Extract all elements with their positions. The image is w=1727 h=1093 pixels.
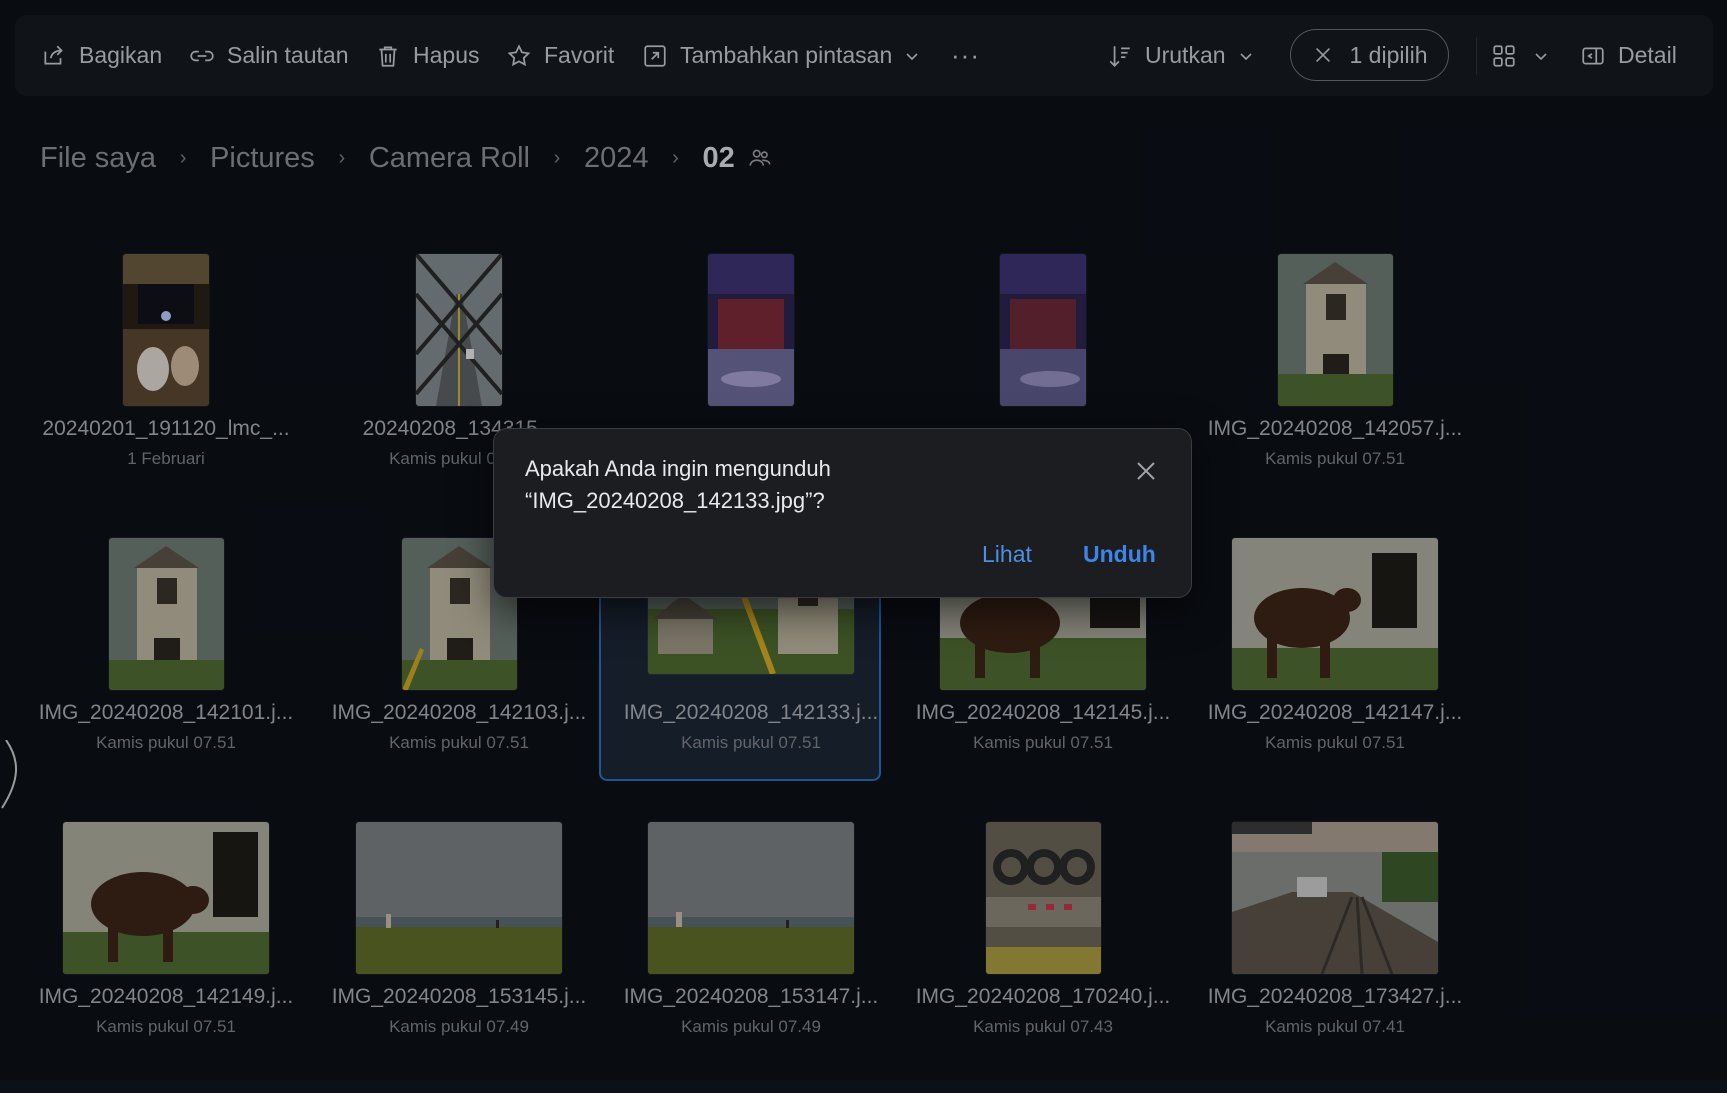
details-pane-icon — [1582, 47, 1604, 64]
file-name: IMG_20240208_142145.j... — [915, 701, 1171, 724]
file-tile[interactable]: IMG_20240208_142147.j... Kamis pukul 07.… — [1189, 529, 1481, 809]
grid-view-icon — [1493, 44, 1515, 67]
file-tile[interactable]: IMG_20240208_142101.j... Kamis pukul 07.… — [20, 529, 312, 809]
photo-thumbnail — [356, 822, 562, 974]
file-date: Kamis pukul 07.49 — [389, 1017, 529, 1036]
details-label: Detail — [1618, 42, 1677, 68]
file-date: Kamis pukul 07.41 — [1265, 1017, 1405, 1036]
photo-thumbnail — [648, 822, 854, 974]
more-icon: ··· — [951, 40, 980, 70]
sort-label: Urutkan — [1145, 42, 1226, 68]
file-date: Kamis pukul 07.43 — [973, 1017, 1113, 1036]
download-confirm-dialog: Apakah Anda ingin mengunduh “IMG_2024020… — [493, 428, 1192, 598]
photo-thumbnail — [108, 538, 224, 690]
file-date: Kamis pukul 07.49 — [681, 1017, 821, 1036]
file-date: Kamis pukul 07.51 — [1265, 449, 1405, 468]
photo-thumbnail — [1232, 538, 1438, 690]
add-shortcut-label: Tambahkan pintasan — [680, 42, 893, 68]
link-icon — [190, 50, 214, 61]
file-name: IMG_20240208_153145.j... — [331, 985, 587, 1008]
share-label: Bagikan — [79, 42, 163, 68]
photo-thumbnail — [1000, 254, 1086, 406]
file-date: Kamis pukul 07.51 — [681, 733, 821, 752]
breadcrumb-separator: › — [338, 146, 346, 169]
file-tile[interactable]: IMG_20240208_153145.j... Kamis pukul 07.… — [313, 813, 605, 1093]
file-name: IMG_20240208_170240.j... — [915, 985, 1171, 1008]
file-date: Kamis pukul 07.51 — [96, 733, 236, 752]
close-icon[interactable] — [1134, 459, 1158, 483]
clear-selection-button[interactable]: 1 dipilih — [1290, 29, 1449, 81]
sort-icon — [1109, 45, 1130, 67]
share-icon — [44, 45, 63, 64]
file-name: IMG_20240208_153147.j... — [623, 985, 879, 1008]
star-icon — [507, 43, 531, 66]
command-toolbar: Bagikan Salin tautan Hapus Favorit Tamba… — [15, 15, 1713, 96]
file-date: Kamis pukul 07.51 — [389, 733, 529, 752]
view-toggle-button[interactable] — [1491, 15, 1549, 96]
breadcrumb-my-files[interactable]: File saya — [40, 142, 156, 175]
breadcrumb-separator: › — [179, 146, 187, 169]
download-button[interactable]: Unduh — [1083, 541, 1156, 568]
details-button[interactable]: Detail — [1580, 15, 1677, 96]
file-tile[interactable]: IMG_20240208_142149.j... Kamis pukul 07.… — [20, 813, 312, 1093]
dialog-message-line1: Apakah Anda ingin mengunduh — [525, 456, 831, 481]
photo-thumbnail — [1232, 822, 1438, 974]
breadcrumb-separator: › — [672, 146, 679, 169]
dialog-message: Apakah Anda ingin mengunduh “IMG_2024020… — [525, 453, 1085, 517]
photo-thumbnail — [708, 254, 794, 406]
file-tile[interactable]: 20240201_191120_lmc_... 1 Februari — [20, 245, 312, 525]
chevron-down-icon — [1239, 52, 1252, 60]
breadcrumb-camera-roll[interactable]: Camera Roll — [369, 142, 530, 175]
shared-people-icon — [749, 149, 771, 166]
photo-thumbnail — [416, 254, 502, 406]
photo-thumbnail — [123, 254, 209, 406]
photo-thumbnail — [1277, 254, 1393, 406]
shortcut-icon — [644, 44, 666, 67]
more-button[interactable]: ··· — [951, 15, 980, 96]
add-shortcut-button[interactable]: Tambahkan pintasan — [642, 15, 920, 96]
breadcrumb-separator: › — [553, 146, 561, 169]
favorite-button[interactable]: Favorit — [506, 15, 614, 96]
file-name: IMG_20240208_142103.j... — [331, 701, 587, 724]
file-tile[interactable]: IMG_20240208_142057.j... Kamis pukul 07.… — [1189, 245, 1481, 525]
delete-button[interactable]: Hapus — [375, 15, 479, 96]
delete-label: Hapus — [413, 42, 480, 68]
favorite-label: Favorit — [544, 42, 615, 68]
file-date: Kamis pukul 07.51 — [96, 1017, 236, 1036]
photo-thumbnail — [63, 822, 269, 974]
file-date: 1 Februari — [127, 449, 205, 468]
file-name: 20240201_191120_lmc_... — [42, 417, 290, 440]
sort-button[interactable]: Urutkan — [1107, 15, 1254, 96]
file-tile[interactable]: IMG_20240208_170240.j... Kamis pukul 07.… — [897, 813, 1189, 1093]
file-date: Kamis pukul 07.51 — [1265, 733, 1405, 752]
file-name: IMG_20240208_173427.j... — [1207, 985, 1463, 1008]
selected-count-label: 1 dipilih — [1349, 41, 1428, 68]
share-button[interactable]: Bagikan — [41, 15, 162, 96]
toolbar-divider — [1476, 37, 1477, 75]
breadcrumb-pictures[interactable]: Pictures — [210, 142, 315, 175]
file-date: Kamis pukul 07.51 — [973, 733, 1113, 752]
breadcrumb-2024[interactable]: 2024 — [584, 142, 649, 175]
file-tile[interactable]: IMG_20240208_153147.j... Kamis pukul 07.… — [605, 813, 897, 1093]
breadcrumb: File saya › Pictures › Camera Roll › 202… — [40, 135, 773, 181]
file-name: IMG_20240208_142147.j... — [1207, 701, 1463, 724]
file-tile[interactable]: IMG_20240208_173427.j... Kamis pukul 07.… — [1189, 813, 1481, 1093]
copy-link-label: Salin tautan — [227, 42, 349, 68]
photo-thumbnail — [985, 822, 1101, 974]
dialog-message-line2: “IMG_20240208_142133.jpg”? — [525, 488, 825, 513]
chevron-down-icon — [906, 52, 918, 60]
view-button[interactable]: Lihat — [982, 541, 1032, 568]
copy-link-button[interactable]: Salin tautan — [189, 15, 348, 96]
close-icon — [1315, 47, 1330, 63]
file-name: IMG_20240208_142133.j... — [623, 701, 879, 724]
file-name: IMG_20240208_142149.j... — [38, 985, 294, 1008]
breadcrumb-current-folder: 02 — [702, 141, 735, 174]
chevron-down-icon — [1535, 52, 1547, 60]
trash-icon — [379, 45, 397, 67]
scroll-edge-glyph — [1, 740, 18, 809]
file-name: IMG_20240208_142057.j... — [1207, 417, 1463, 440]
file-name: IMG_20240208_142101.j... — [38, 701, 294, 724]
